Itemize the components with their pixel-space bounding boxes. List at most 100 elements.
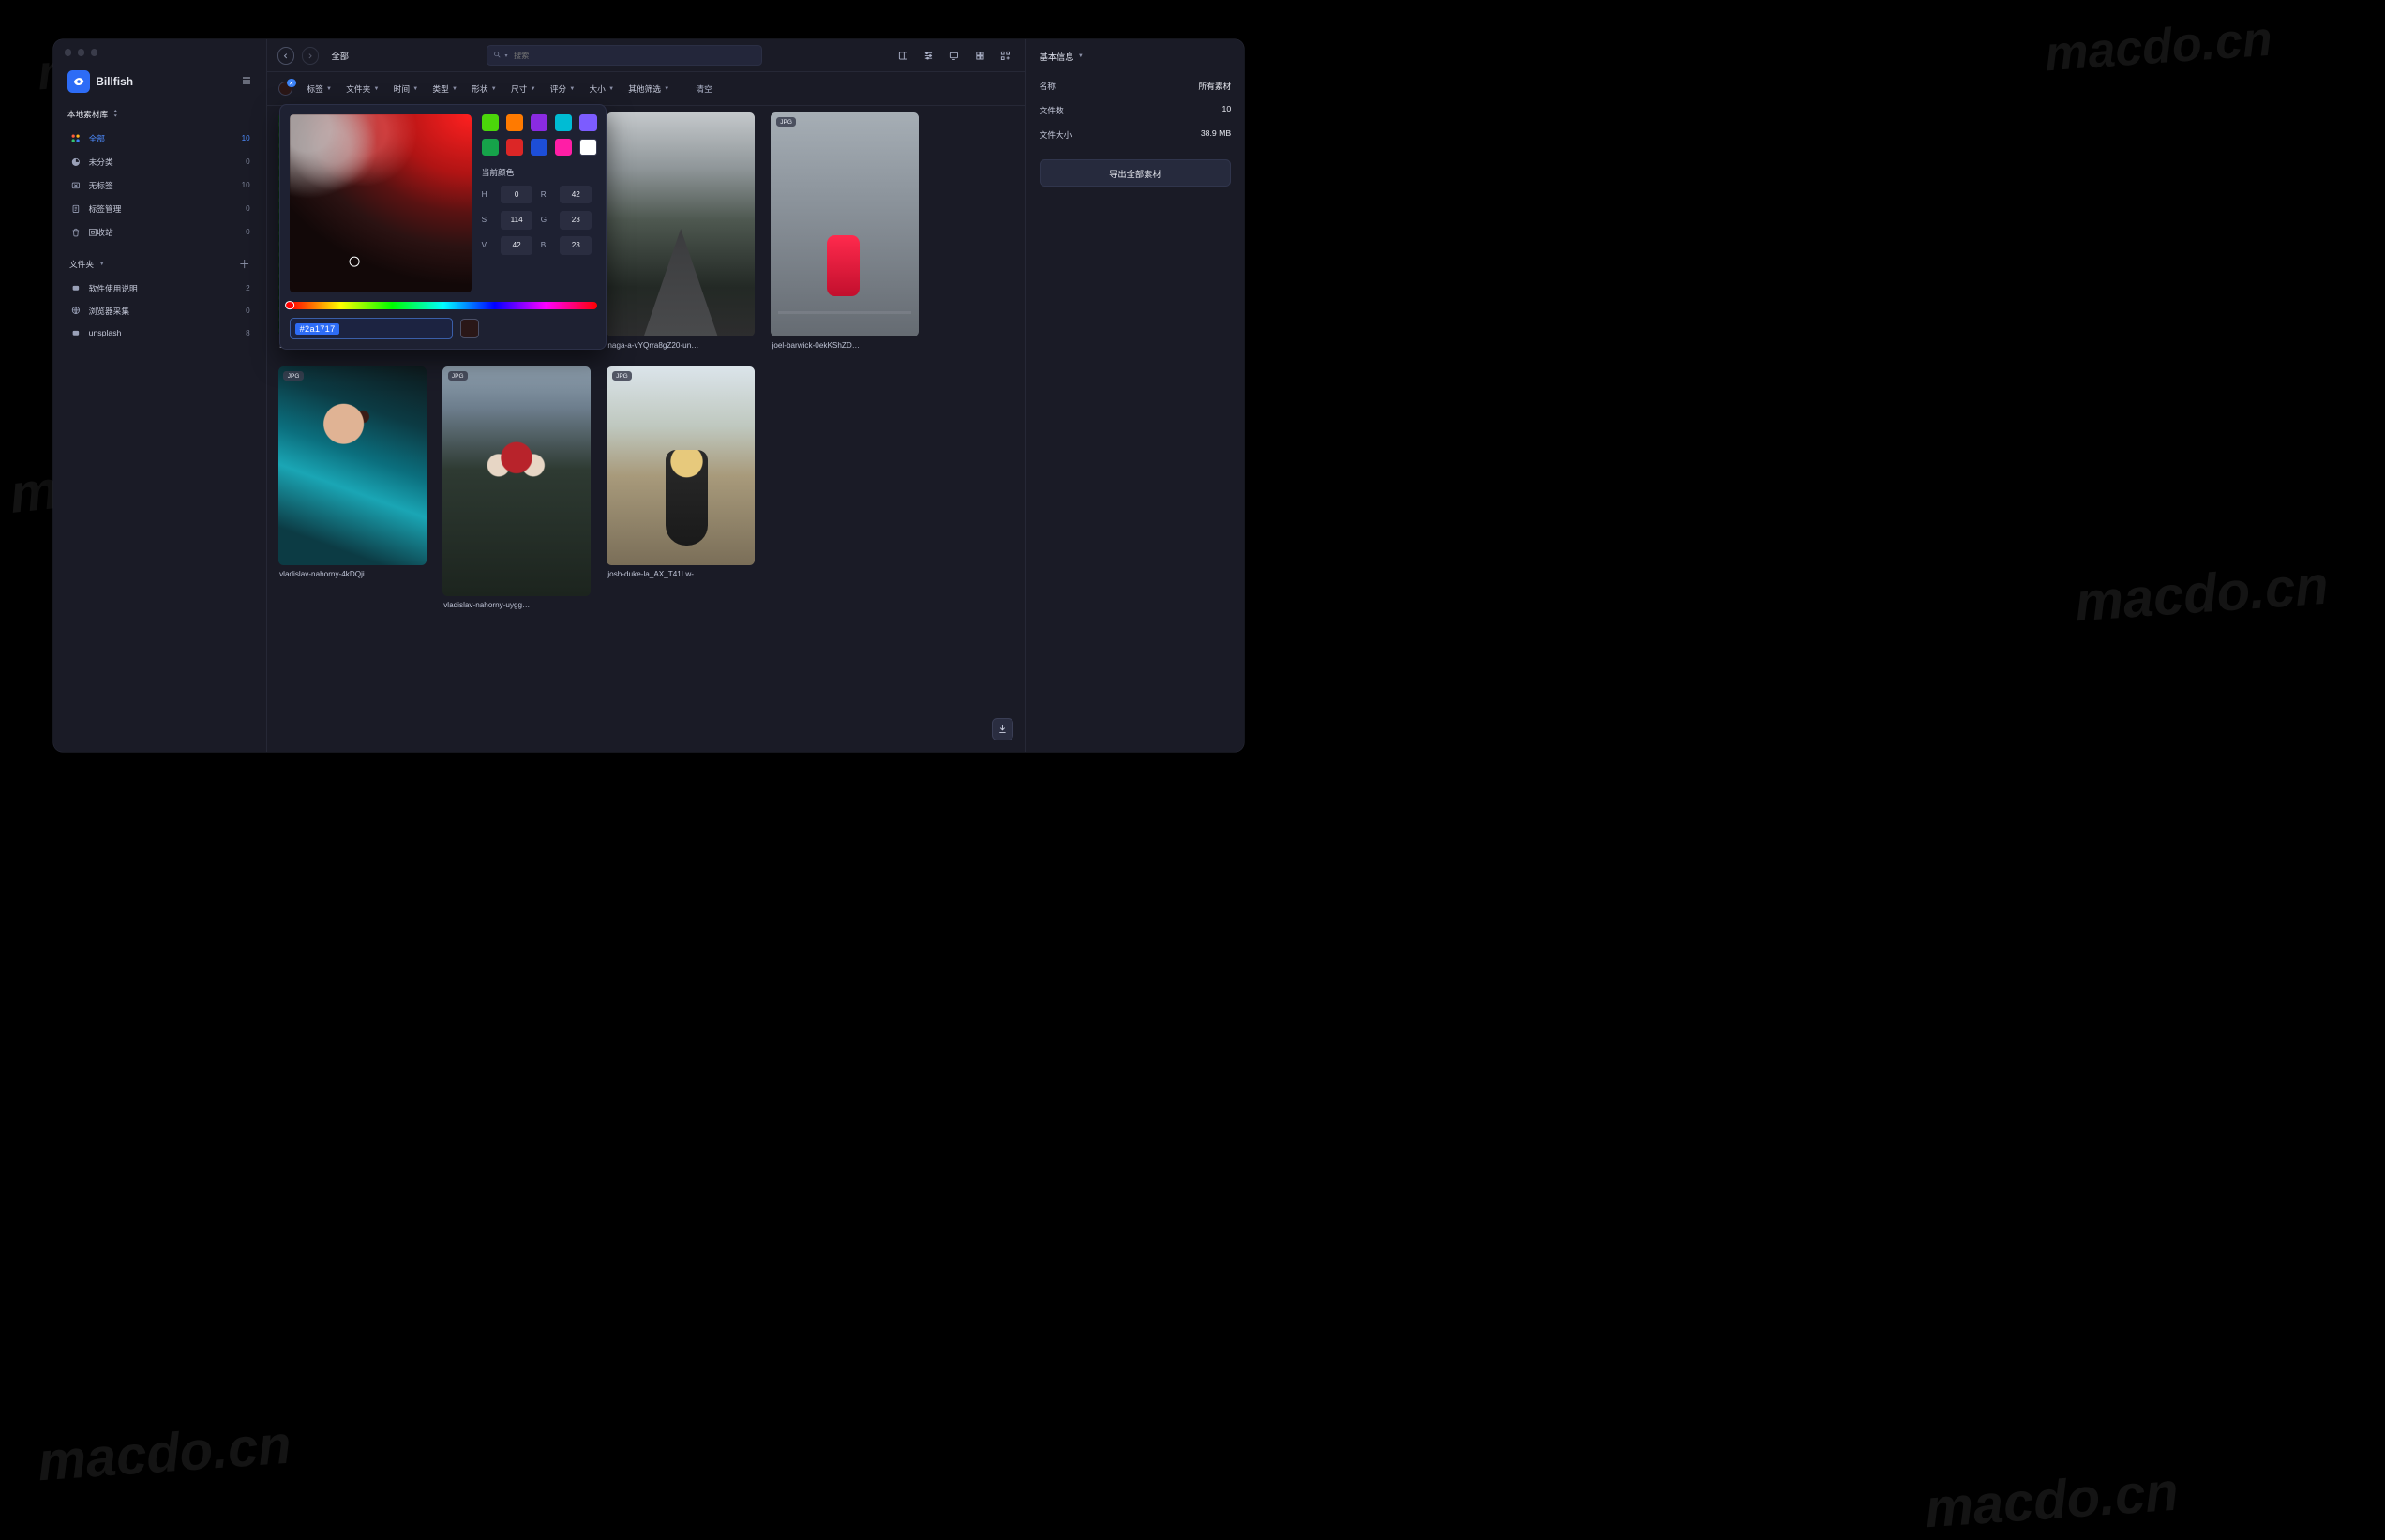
info-value: 38.9 MB (1201, 128, 1231, 141)
swatch[interactable] (506, 139, 523, 156)
r-value[interactable]: 42 (560, 186, 592, 204)
traffic-zoom[interactable] (91, 49, 98, 56)
filter-type[interactable]: 类型▼ (432, 82, 458, 95)
filter-other[interactable]: 其他筛选▼ (628, 82, 669, 95)
breadcrumb: 全部 (326, 49, 352, 62)
app-logo (68, 70, 90, 93)
traffic-minimize[interactable] (78, 49, 85, 56)
swatch[interactable] (482, 139, 499, 156)
search-field[interactable]: ▾ (487, 45, 762, 66)
filter-tag[interactable]: 标签▼ (307, 82, 332, 95)
brand: Billfish (65, 67, 256, 104)
filter-shape[interactable]: 形状▼ (472, 82, 497, 95)
clear-filters-button[interactable]: 清空 (696, 82, 712, 95)
traffic-close[interactable] (65, 49, 72, 56)
swatch[interactable] (506, 114, 523, 131)
swatch[interactable] (482, 114, 499, 131)
search-icon (493, 51, 502, 61)
folder-item[interactable]: unsplash 8 (65, 321, 256, 344)
filter-rating[interactable]: 评分▼ (550, 82, 576, 95)
swatch[interactable] (579, 139, 596, 156)
sidebar-item-label: 无标签 (89, 179, 113, 191)
swatch[interactable] (531, 114, 548, 131)
sidebar-item-trash[interactable]: 回收站 0 (65, 221, 256, 244)
library-label: 本地素材库 (68, 108, 108, 120)
sidebar-item-count: 0 (246, 157, 250, 166)
hue-slider[interactable] (290, 302, 597, 309)
sidebar-item-label: 全部 (89, 132, 105, 144)
color-picker-panel: 当前颜色 H 0 R 42 S 114 G 23 V 42 B (279, 104, 607, 350)
filter-time[interactable]: 时间▼ (394, 82, 419, 95)
apps-icon[interactable] (998, 49, 1012, 62)
thumb-card[interactable]: JPG josh-duke-la_AX_T41Lw-… (607, 366, 755, 609)
swatch[interactable] (579, 114, 596, 131)
format-badge: JPG (776, 117, 796, 127)
color-filter-chip[interactable]: ✕ (278, 82, 292, 96)
add-folder-button[interactable]: ＋ (239, 256, 250, 272)
export-all-button[interactable]: 导出全部素材 (1040, 159, 1232, 186)
folders-header[interactable]: 文件夹 ▼ ＋ (65, 244, 256, 277)
s-label: S (482, 216, 493, 224)
nav-forward-button[interactable] (302, 47, 319, 64)
g-value[interactable]: 23 (560, 211, 592, 230)
folder-count: 0 (246, 307, 250, 315)
display-icon[interactable] (948, 49, 961, 62)
document-icon (69, 202, 82, 215)
info-header-label: 基本信息 (1040, 50, 1074, 63)
filter-filesize[interactable]: 大小▼ (589, 82, 614, 95)
s-value[interactable]: 114 (501, 211, 532, 230)
thumb-caption: josh-duke-la_AX_T41Lw-… (607, 565, 755, 578)
sv-cursor[interactable] (350, 257, 360, 267)
thumb-card[interactable]: naga-a-vYQrra8gZ20-un… (607, 112, 755, 351)
swatch[interactable] (555, 139, 572, 156)
sidebar-item-count: 0 (246, 204, 250, 213)
swatch[interactable] (531, 139, 548, 156)
toggle-panel-icon[interactable] (896, 49, 909, 62)
chevron-down-icon[interactable]: ▾ (504, 52, 507, 59)
sidebar-item-uncategorized[interactable]: 未分类 0 (65, 151, 256, 173)
app-name: Billfish (96, 75, 133, 88)
h-value[interactable]: 0 (501, 186, 532, 204)
folders-header-label: 文件夹 (69, 258, 94, 270)
thumbnail[interactable]: JPG (278, 366, 427, 565)
thumb-caption: vladislav-nahorny-uygg… (442, 596, 591, 609)
hex-input[interactable]: #2a1717 (290, 318, 453, 339)
thumbnail[interactable]: JPG (442, 366, 591, 596)
hex-value: #2a1717 (295, 323, 339, 335)
info-label: 文件大小 (1040, 128, 1072, 141)
thumbnail[interactable]: JPG (607, 366, 755, 565)
folder-count: 8 (246, 329, 250, 337)
sidebar-item-tag-manage[interactable]: 标签管理 0 (65, 198, 256, 220)
sidebar: Billfish 本地素材库 全部 10 未分 (53, 39, 267, 751)
sv-canvas[interactable] (290, 114, 472, 292)
library-selector[interactable]: 本地素材库 (65, 104, 256, 127)
sliders-icon[interactable] (922, 49, 936, 62)
window-controls (65, 49, 98, 56)
thumb-card[interactable]: JPG vladislav-nahorny-uygg… (442, 366, 591, 609)
topbar: 全部 ▾ (267, 39, 1025, 72)
filter-size[interactable]: 尺寸▼ (511, 82, 536, 95)
hue-thumb[interactable] (285, 301, 294, 310)
filter-folder[interactable]: 文件夹▼ (346, 82, 379, 95)
thumb-card[interactable]: JPG joel-barwick-0ekKShZD… (771, 112, 919, 351)
nav-back-button[interactable] (278, 47, 294, 64)
thumbnail[interactable]: JPG (771, 112, 919, 336)
b-value[interactable]: 23 (560, 236, 592, 255)
menu-icon[interactable] (241, 75, 252, 89)
folder-item[interactable]: 软件使用说明 2 (65, 277, 256, 299)
sidebar-item-all[interactable]: 全部 10 (65, 127, 256, 150)
info-header[interactable]: 基本信息 ▼ (1040, 50, 1232, 73)
remove-chip-icon[interactable]: ✕ (287, 79, 296, 88)
thumb-card[interactable]: JPG vladislav-nahorny-4kDQji… (278, 366, 427, 609)
chevron-down-icon: ▼ (452, 86, 458, 92)
v-value[interactable]: 42 (501, 236, 532, 255)
swatch[interactable] (555, 114, 572, 131)
import-button[interactable] (992, 718, 1014, 740)
thumbnail[interactable] (607, 112, 755, 336)
r-label: R (541, 190, 552, 199)
folder-item[interactable]: 浏览器采集 0 (65, 299, 256, 321)
search-input[interactable] (514, 52, 755, 60)
grid-view-icon[interactable] (973, 49, 986, 62)
sidebar-item-untagged[interactable]: 无标签 10 (65, 174, 256, 197)
chevron-down-icon: ▼ (98, 261, 104, 267)
